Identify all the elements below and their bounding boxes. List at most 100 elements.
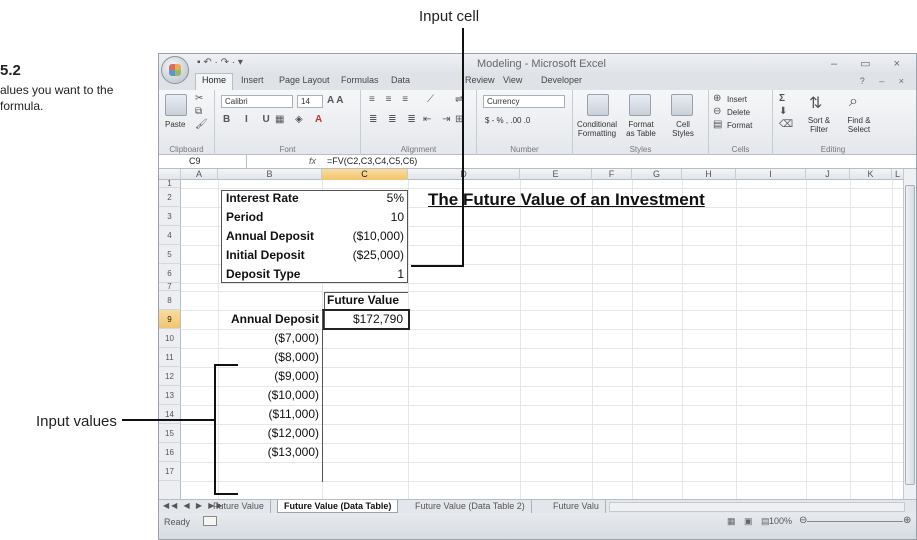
column-header[interactable]: E	[520, 169, 592, 180]
formula-input[interactable]: =FV(C2,C3,C4,C5,C6)	[327, 156, 417, 166]
column-header[interactable]: F	[592, 169, 632, 180]
row-header[interactable]: 15	[159, 424, 181, 443]
autosum-icon[interactable]: Σ	[779, 93, 785, 104]
copy-icon[interactable]: ⧉	[195, 106, 202, 117]
paste-icon[interactable]	[165, 94, 187, 116]
conditional-formatting-button[interactable]: Conditional Formatting	[575, 120, 619, 138]
cell-styles-icon[interactable]	[671, 94, 693, 116]
row-header[interactable]: 3	[159, 207, 181, 226]
sheet-tab[interactable]: Future Valu	[547, 500, 606, 513]
number-format-select[interactable]: Currency	[483, 95, 565, 108]
font-size-select[interactable]: 14	[297, 95, 323, 108]
row-header[interactable]: 5	[159, 245, 181, 264]
input-value-row[interactable]: ($13,000)	[239, 445, 319, 459]
sheet-tab[interactable]: Future Value (Data Table 2)	[409, 500, 532, 513]
column-header[interactable]: G	[632, 169, 682, 180]
sheet-tab-active[interactable]: Future Value (Data Table)	[277, 500, 399, 513]
zoom-level[interactable]: 100%	[769, 516, 792, 526]
find-select-button[interactable]: Find & Select	[841, 116, 877, 134]
formula-result-cell[interactable]: $172,790	[325, 312, 403, 326]
bold-italic-underline-icons[interactable]: B I U	[223, 114, 276, 125]
sheet-tab[interactable]: Future Value	[207, 500, 271, 513]
delete-cells-button[interactable]: Delete	[727, 108, 750, 117]
row-header[interactable]: 1	[159, 180, 181, 188]
input-value-row[interactable]: ($8,000)	[239, 350, 319, 364]
row-header-selected[interactable]: 9	[159, 310, 181, 329]
borders-icon[interactable]: ▦	[275, 114, 284, 125]
window-controls[interactable]: – ▭ ×	[831, 57, 910, 70]
column-header[interactable]: K	[850, 169, 892, 180]
input-value-cell[interactable]: ($10,000)	[329, 229, 404, 243]
column-header[interactable]: J	[806, 169, 850, 180]
input-value-row[interactable]: ($10,000)	[239, 388, 319, 402]
cell-styles-button[interactable]: Cell Styles	[665, 120, 701, 138]
vertical-align-icons[interactable]: ≡ ≡ ≡	[369, 94, 412, 105]
tab-review[interactable]: Review	[465, 75, 495, 85]
clear-icon[interactable]: ⌫	[779, 119, 793, 130]
tab-home[interactable]: Home	[195, 73, 234, 90]
column-header[interactable]: H	[682, 169, 736, 180]
column-header-selected[interactable]: C	[322, 169, 408, 180]
tab-view[interactable]: View	[503, 75, 522, 85]
name-box[interactable]: C9	[159, 155, 247, 169]
fill-icon[interactable]: ⬇	[779, 106, 787, 117]
row-header[interactable]: 4	[159, 226, 181, 245]
input-value-cell[interactable]: 5%	[329, 191, 404, 205]
sort-filter-icon[interactable]: ⇅	[809, 93, 822, 113]
row-header[interactable]: 7	[159, 283, 181, 291]
insert-cells-button[interactable]: Insert	[727, 95, 747, 104]
format-cells-button[interactable]: Format	[727, 121, 752, 130]
input-value-cell[interactable]: 1	[329, 267, 404, 281]
tab-insert[interactable]: Insert	[241, 75, 264, 85]
paste-button[interactable]: Paste	[165, 120, 185, 129]
grow-font-icon[interactable]: A A	[327, 95, 343, 106]
format-painter-icon[interactable]: 🖌	[195, 119, 208, 130]
tab-formulas[interactable]: Formulas	[341, 75, 379, 85]
row-header[interactable]: 12	[159, 367, 181, 386]
format-as-table-icon[interactable]	[629, 94, 651, 116]
macro-record-icon[interactable]	[203, 516, 217, 526]
input-value-cell[interactable]: ($25,000)	[329, 248, 404, 262]
row-header[interactable]: 6	[159, 264, 181, 283]
row-header[interactable]: 10	[159, 329, 181, 348]
zoom-in-icon[interactable]: ⊕	[903, 515, 911, 526]
zoom-slider[interactable]	[807, 521, 903, 522]
find-select-icon[interactable]: ⌕	[849, 93, 858, 111]
font-color-icon[interactable]: A	[315, 114, 322, 125]
help-icon[interactable]: ? – ×	[860, 76, 910, 86]
input-value-row[interactable]: ($7,000)	[239, 331, 319, 345]
orientation-icon[interactable]: ⟋	[427, 94, 434, 105]
column-header[interactable]: B	[218, 169, 322, 180]
font-name-select[interactable]: Calibri	[221, 95, 293, 108]
cut-icon[interactable]: ✂	[195, 93, 203, 104]
row-header[interactable]: 17	[159, 462, 181, 481]
input-value-row[interactable]: ($11,000)	[239, 407, 319, 421]
fill-color-icon[interactable]: ◈	[295, 114, 303, 125]
view-mode-icons[interactable]: ▦ ▣ ▤	[727, 516, 773, 527]
input-value-row[interactable]: ($12,000)	[239, 426, 319, 440]
input-value-row[interactable]: ($9,000)	[239, 369, 319, 383]
vertical-scrollbar[interactable]	[903, 169, 916, 499]
input-value-cell[interactable]: 10	[329, 210, 404, 224]
conditional-formatting-icon[interactable]	[587, 94, 609, 116]
row-header[interactable]: 2	[159, 188, 181, 207]
row-header[interactable]: 8	[159, 291, 181, 310]
fx-icon[interactable]: fx	[309, 156, 316, 166]
column-header[interactable]: A	[181, 169, 218, 180]
tab-data[interactable]: Data	[391, 75, 410, 85]
tab-page-layout[interactable]: Page Layout	[279, 75, 330, 85]
vertical-scroll-thumb[interactable]	[905, 185, 915, 485]
number-format-buttons[interactable]: $ - % , .00 .0	[485, 116, 530, 125]
sort-filter-button[interactable]: Sort & Filter	[801, 116, 837, 134]
row-header[interactable]: 16	[159, 443, 181, 462]
office-button[interactable]	[161, 56, 189, 84]
horizontal-scrollbar[interactable]	[609, 502, 905, 512]
column-header[interactable]: D	[408, 169, 520, 180]
row-header[interactable]: 13	[159, 386, 181, 405]
quick-access-toolbar[interactable]: ▪ ↶ · ↷ · ▾	[197, 57, 243, 68]
row-header[interactable]: 14	[159, 405, 181, 424]
format-as-table-button[interactable]: Format as Table	[621, 120, 661, 138]
indent-icons[interactable]: ⇤ ⇥	[423, 114, 455, 125]
horizontal-align-icons[interactable]: ≣ ≣ ≣	[369, 114, 420, 125]
column-header[interactable]: I	[736, 169, 806, 180]
